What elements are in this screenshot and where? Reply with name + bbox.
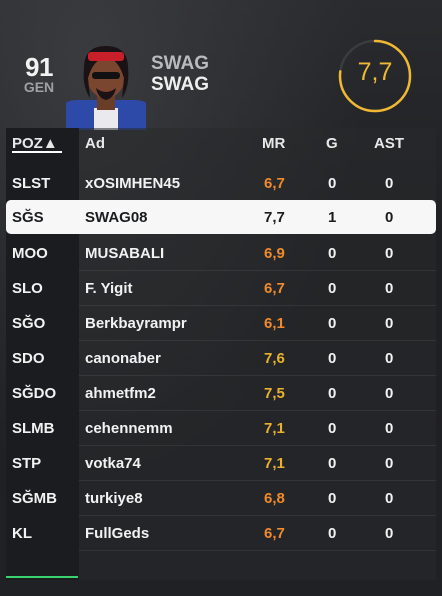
player-row-goals: 0 [328, 280, 337, 297]
table-row[interactable]: SLMB cehennemm 7,1 0 0 [6, 411, 436, 446]
player-stats-table: POZ▲ Ad MR G AST SLST xOSIMHEN45 6,7 0 0 SĞS S… [6, 128, 436, 580]
player-row-goals: 0 [328, 350, 337, 367]
player-row-match-rating: 7,1 [264, 455, 285, 472]
table-row[interactable]: SLST xOSIMHEN45 6,7 0 0 [6, 166, 436, 201]
player-row-position: SLO [12, 280, 43, 297]
player-row-position: SLMB [12, 420, 55, 437]
player-row-goals: 0 [328, 175, 337, 192]
row-divider [79, 550, 436, 551]
player-row-name: canonaber [85, 350, 161, 367]
column-header-position[interactable]: POZ▲ [12, 135, 58, 152]
player-row-position: SĞDO [12, 385, 57, 402]
player-row-match-rating: 6,7 [264, 525, 285, 542]
player-row-goals: 0 [328, 245, 337, 262]
player-row-goals: 0 [328, 455, 337, 472]
player-avatar [66, 46, 146, 130]
player-row-assists: 0 [385, 420, 394, 437]
player-row-name: cehennemm [85, 420, 173, 437]
player-row-goals: 0 [328, 385, 337, 402]
table-row[interactable]: SĞMB turkiye8 6,8 0 0 [6, 481, 436, 516]
player-row-position: SĞO [12, 315, 46, 332]
player-row-assists: 0 [385, 350, 394, 367]
table-row[interactable]: STP votka74 7,1 0 0 [6, 446, 436, 481]
table-row[interactable]: SĞDO ahmetfm2 7,5 0 0 [6, 376, 436, 411]
player-row-position: SLST [12, 175, 51, 192]
scroll-indicator [6, 576, 78, 578]
table-row[interactable]: SDO canonaber 7,6 0 0 [6, 341, 436, 376]
player-row-match-rating: 6,7 [264, 280, 285, 297]
player-row-match-rating: 6,9 [264, 245, 285, 262]
sort-indicator-underline [12, 151, 62, 153]
player-row-assists: 0 [385, 280, 394, 297]
player-position: GEN [23, 79, 55, 95]
table-row[interactable]: SĞS SWAG08 7,7 1 0 [6, 200, 436, 234]
column-header-match-rating[interactable]: MR [262, 135, 285, 152]
player-row-position: SĞS [12, 209, 44, 226]
player-row-assists: 0 [385, 315, 394, 332]
player-row-assists: 0 [385, 490, 394, 507]
player-row-position: STP [12, 455, 42, 472]
player-row-name: xOSIMHEN45 [85, 175, 181, 192]
player-row-name: ahmetfm2 [85, 385, 156, 402]
player-row-match-rating: 6,8 [264, 490, 285, 507]
player-row-goals: 0 [328, 315, 337, 332]
player-name-top: SWAG [151, 53, 210, 74]
player-row-name: FullGeds [85, 525, 150, 542]
player-row-match-rating: 7,6 [264, 350, 285, 367]
player-header: 91 GEN SWAG SWAG 7,7 [0, 0, 442, 130]
player-row-name: Berkbayrampr [85, 315, 187, 332]
player-name-bottom: SWAG [151, 74, 210, 95]
table-row[interactable]: KL FullGeds 6,7 0 0 [6, 516, 436, 551]
player-row-goals: 0 [328, 490, 337, 507]
table-row[interactable]: MOO MUSABALI 6,9 0 0 [6, 236, 436, 271]
table-header: POZ▲ Ad MR G AST [6, 128, 436, 157]
player-row-goals: 0 [328, 525, 337, 542]
player-row-match-rating: 7,5 [264, 385, 285, 402]
player-row-position: MOO [12, 245, 48, 262]
table-row[interactable]: SĞO Berkbayrampr 6,1 0 0 [6, 306, 436, 341]
player-row-match-rating: 6,7 [264, 175, 285, 192]
player-row-assists: 0 [385, 455, 394, 472]
player-row-match-rating: 7,1 [264, 420, 285, 437]
player-row-assists: 0 [385, 209, 394, 226]
player-row-goals: 1 [328, 209, 337, 226]
match-rating-value: 7,7 [357, 58, 393, 86]
player-row-match-rating: 6,1 [264, 315, 285, 332]
player-row-position: SĞMB [12, 490, 57, 507]
player-row-name: turkiye8 [85, 490, 143, 507]
player-row-position: SDO [12, 350, 45, 367]
player-row-name: MUSABALI [85, 245, 165, 262]
player-row-position: KL [12, 525, 32, 542]
table-row[interactable]: SLO F. Yigit 6,7 0 0 [6, 271, 436, 306]
player-row-name: votka74 [85, 455, 141, 472]
player-row-match-rating: 7,7 [264, 209, 285, 226]
player-row-assists: 0 [385, 245, 394, 262]
player-row-name: SWAG08 [85, 209, 148, 226]
player-row-assists: 0 [385, 525, 394, 542]
column-header-goals[interactable]: G [326, 135, 338, 152]
player-row-name: F. Yigit [85, 280, 133, 297]
player-row-assists: 0 [385, 385, 394, 402]
column-header-assists[interactable]: AST [374, 135, 404, 152]
player-row-assists: 0 [385, 175, 394, 192]
player-row-goals: 0 [328, 420, 337, 437]
column-header-name[interactable]: Ad [85, 135, 105, 152]
